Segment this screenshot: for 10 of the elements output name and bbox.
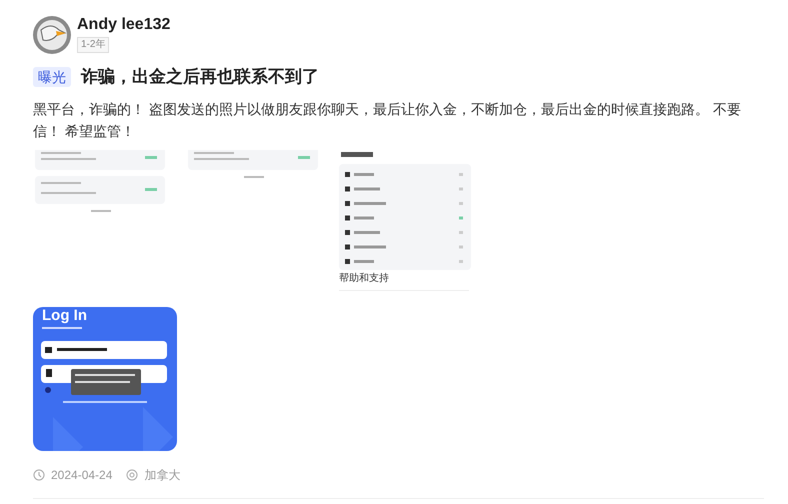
- post-location: 加拿大: [144, 466, 180, 484]
- exposure-tag: 曝光: [33, 66, 71, 87]
- clock-icon: [33, 468, 45, 480]
- post-title: 诈骗，出金之后再也联系不到了: [81, 66, 319, 88]
- login-title: Log In: [42, 306, 87, 324]
- screenshot-caption: 帮助和支持: [339, 272, 469, 290]
- post-date: 2024-04-24: [51, 466, 112, 484]
- post-body: 黑平台，诈骗的！ 盗图发送的照片以做朋友跟你聊天，最后让你入金，不断加仓，最后出金的时候直接跑路。 不要信！ 希望监管！: [33, 100, 742, 140]
- tenure-tag: 1-2年: [77, 37, 110, 53]
- author-name[interactable]: Andy lee132: [77, 15, 170, 35]
